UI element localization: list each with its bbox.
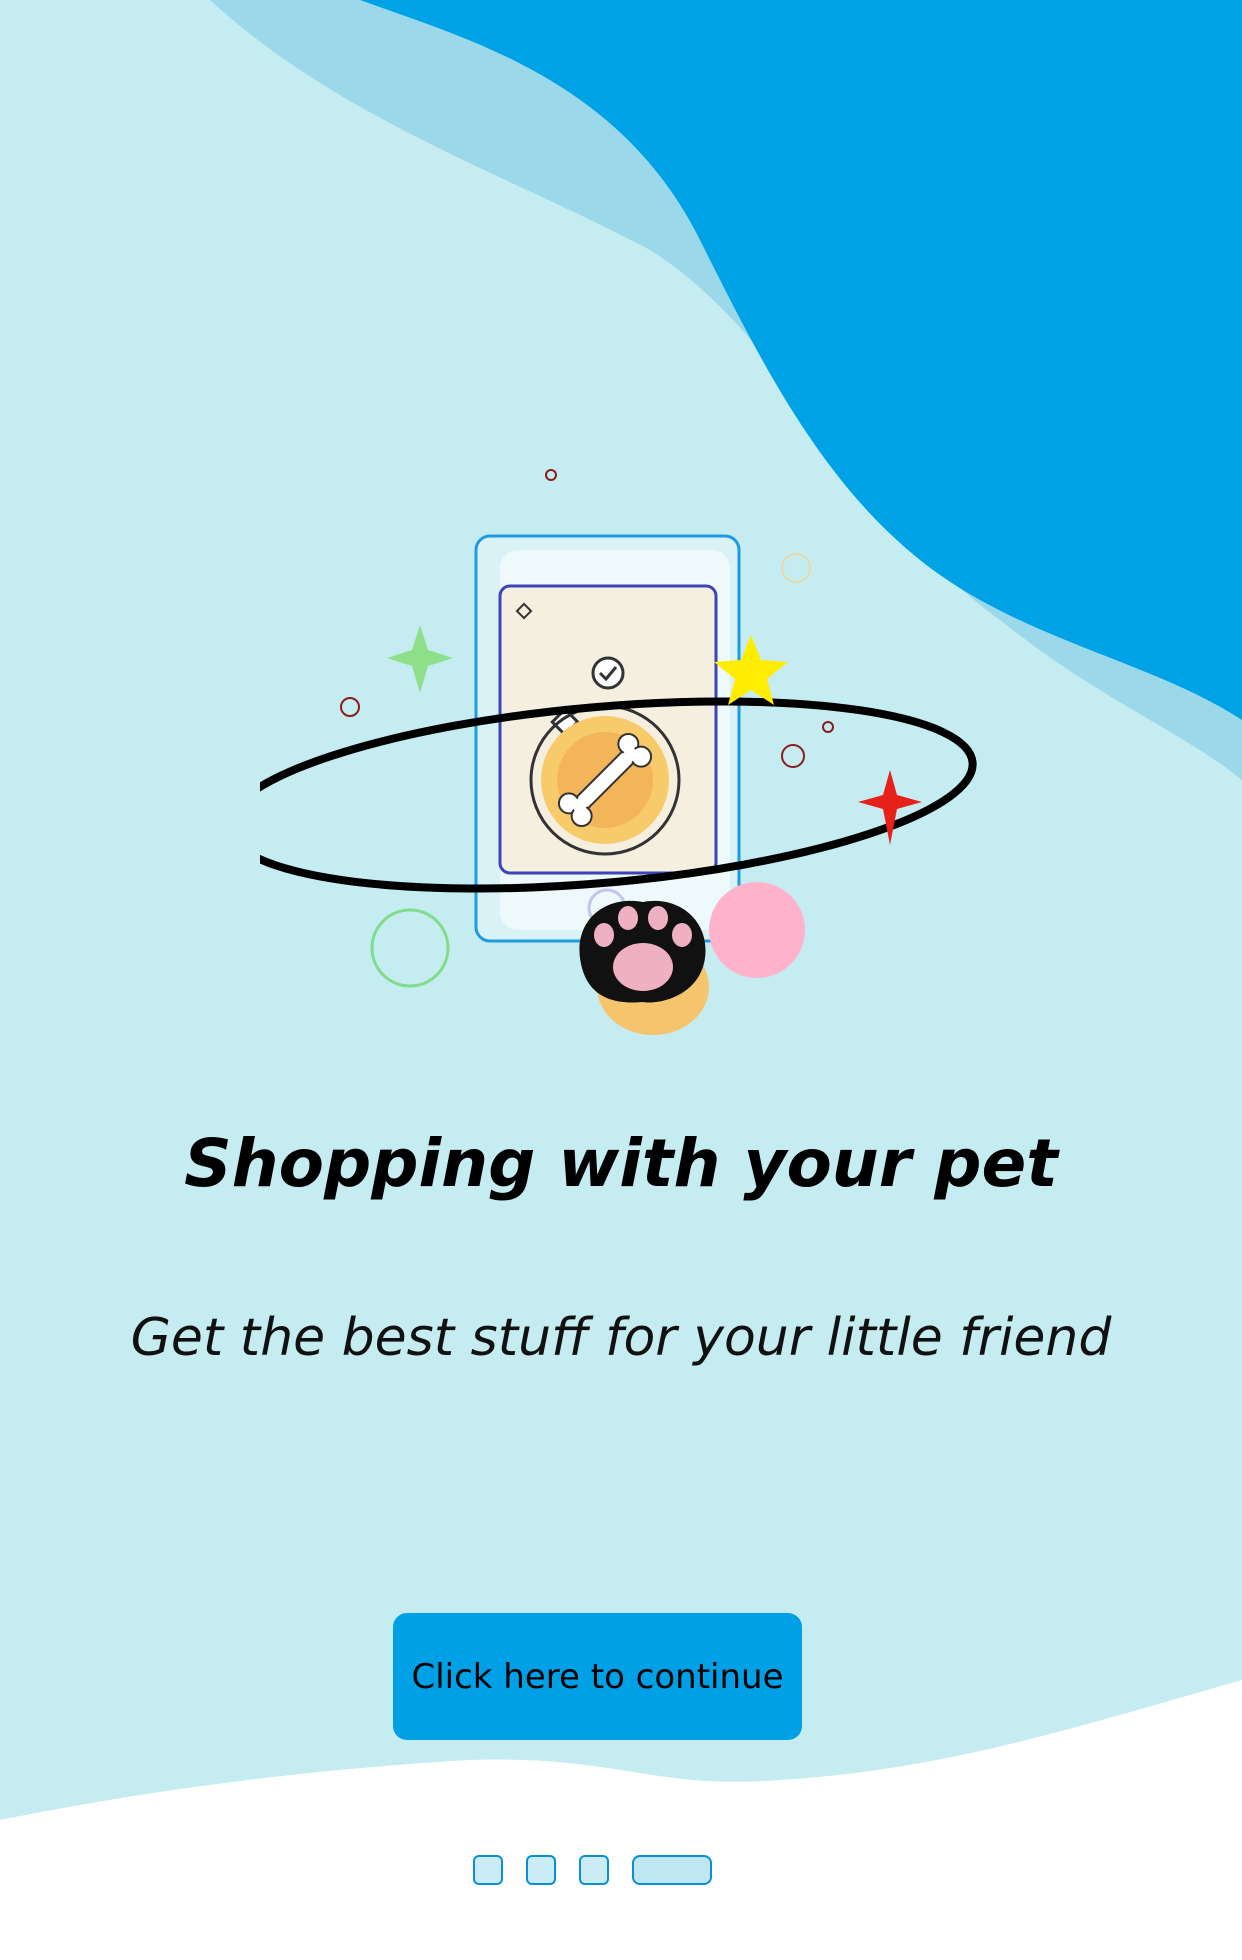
- phone-orbit-illustration: [260, 469, 977, 1035]
- page-dot-2[interactable]: [526, 1855, 556, 1885]
- decor-circle: [781, 744, 805, 768]
- check-icon: [591, 656, 625, 690]
- onboarding-subtitle: Get the best stuff for your little frien…: [130, 1308, 1112, 1368]
- onboarding-title: Shopping with your pet: [184, 1125, 1058, 1202]
- decor-circle: [340, 697, 360, 717]
- pink-ball: [709, 882, 805, 978]
- paw-icon: [579, 900, 709, 1035]
- decor-circle: [370, 908, 450, 988]
- page-dot-1[interactable]: [473, 1855, 503, 1885]
- continue-button[interactable]: Click here to continue: [393, 1613, 802, 1740]
- page-dot-3[interactable]: [579, 1855, 609, 1885]
- decor-circle: [781, 553, 811, 583]
- decor-circle: [822, 721, 834, 733]
- bone-coin-icon: [529, 704, 681, 856]
- decor-circle: [545, 469, 557, 481]
- page-dot-4-active[interactable]: [632, 1855, 712, 1885]
- sparkle-icon: [387, 625, 453, 693]
